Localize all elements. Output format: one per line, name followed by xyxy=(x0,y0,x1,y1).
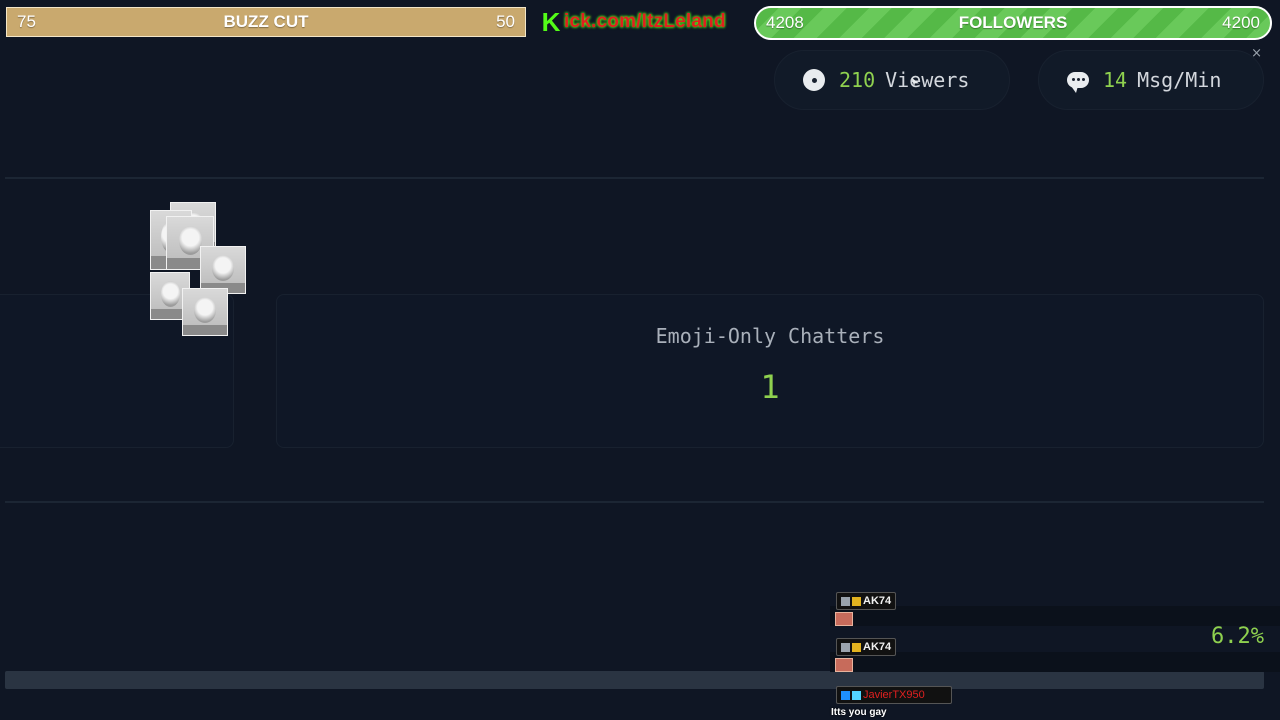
viewers-label: Viewers xyxy=(885,68,970,92)
chat-bubble-icon xyxy=(1067,72,1089,93)
messages-label: Msg/Min xyxy=(1137,68,1222,92)
goal-left-value: 75 xyxy=(17,12,36,31)
goal-left-title: BUZZ CUT xyxy=(223,12,309,31)
eye-icon xyxy=(803,69,825,91)
subscriber-badge-icon xyxy=(852,596,861,606)
emote-icon xyxy=(835,612,853,626)
progress-percent: 6.2% xyxy=(1211,624,1264,649)
divider-bottom xyxy=(5,501,1264,503)
kick-url-text[interactable]: ick.com/ItzLeland xyxy=(564,11,726,33)
emote-icon xyxy=(835,658,853,672)
chat-username: AK74 xyxy=(836,592,897,610)
buzz-cut-goal-bar: 75 BUZZ CUT 50 xyxy=(6,7,526,37)
emoji-chatters-card: Emoji-Only Chatters 1 xyxy=(276,294,1264,448)
goal-left-target: 50 xyxy=(496,12,515,31)
subscriber-badge-icon xyxy=(852,642,861,652)
chat-username-text: AK74 xyxy=(863,641,892,653)
chat-message-text: Itts you gay xyxy=(831,707,887,718)
progress-bar xyxy=(5,671,1264,689)
card-title: Emoji-Only Chatters xyxy=(655,324,885,348)
messages-per-minute-stat: 14 Msg/Min xyxy=(1038,50,1264,110)
moderator-badge-icon xyxy=(841,596,850,606)
kick-channel-link[interactable]: K ick.com/ItzLeland xyxy=(540,8,726,36)
chat-username-text: JavierTX950 xyxy=(863,689,925,701)
messages-count: 14 xyxy=(1103,68,1128,92)
chat-row-background xyxy=(830,606,1280,626)
verified-badge-icon xyxy=(841,690,850,700)
followers-goal-bar: 4208 FOLLOWERS 4200 xyxy=(754,6,1272,40)
followers-title: FOLLOWERS xyxy=(958,13,1068,32)
chat-username: JavierTX950 xyxy=(836,686,952,704)
viewers-stat: 210 Viewers xyxy=(774,50,1010,110)
subscriber-badge-icon xyxy=(852,690,861,700)
chat-username: AK74 xyxy=(836,638,897,656)
viewers-count: 210 xyxy=(839,68,876,92)
baby-photo xyxy=(200,246,246,294)
chat-row-background xyxy=(830,652,1280,672)
divider-top xyxy=(5,177,1264,179)
moderator-badge-icon xyxy=(841,642,850,652)
chat-username-text: AK74 xyxy=(863,595,892,607)
card-value: 1 xyxy=(760,368,780,406)
baby-photo xyxy=(182,288,228,336)
kick-logo-icon: K xyxy=(540,7,562,37)
followers-target: 4200 xyxy=(1222,13,1260,32)
followers-current: 4208 xyxy=(766,13,804,32)
